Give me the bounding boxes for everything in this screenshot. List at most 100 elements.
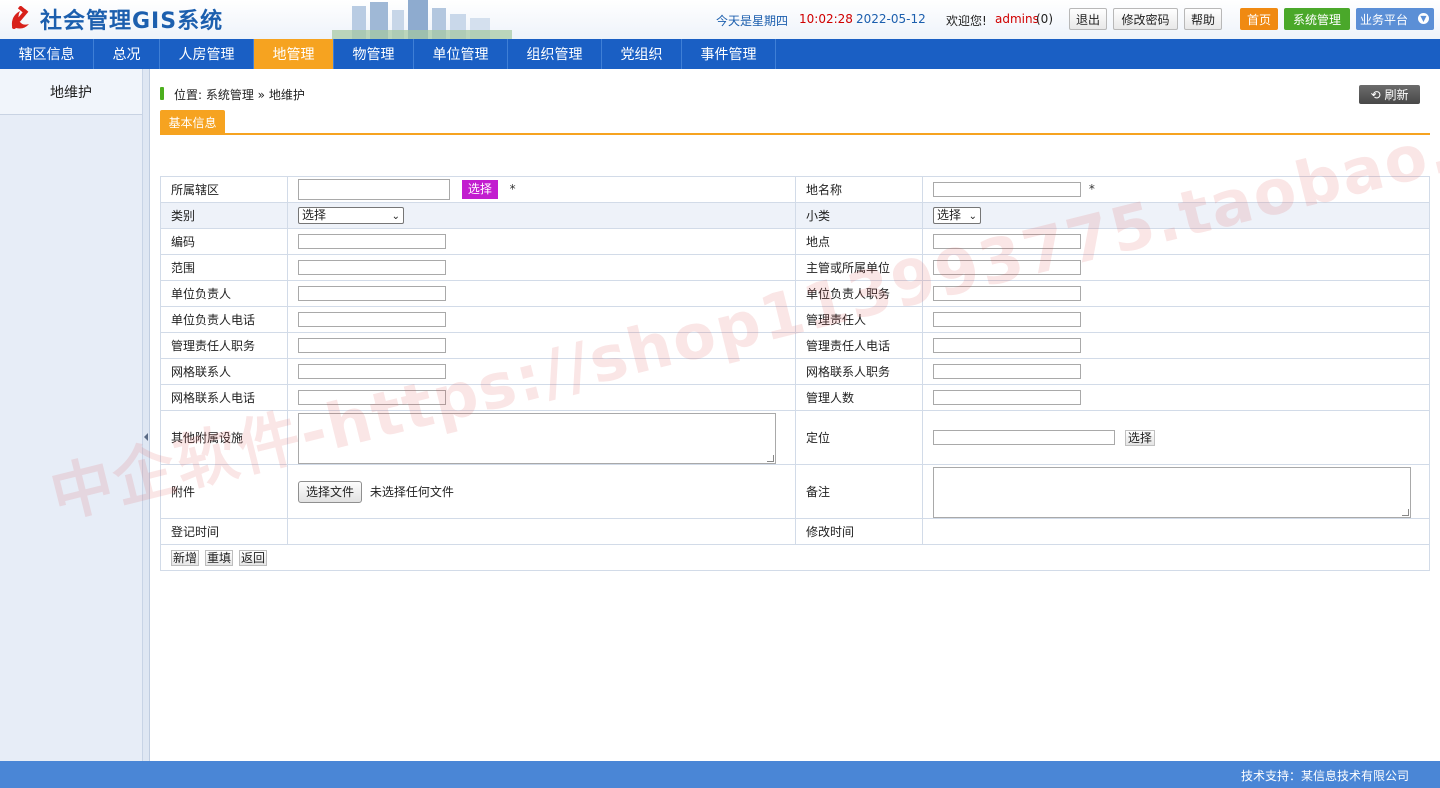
refresh-icon: ⟲ [1370, 87, 1381, 102]
nav-item-people-housing[interactable]: 人房管理 [160, 39, 254, 69]
weekday-text: 今天是星期四 [716, 14, 789, 28]
facilities-textarea[interactable] [298, 413, 776, 464]
manager-count-input[interactable] [933, 390, 1081, 405]
table-row: 网格联系人电话 管理人数 [160, 384, 1430, 411]
no-file-text: 未选择任何文件 [369, 485, 454, 499]
system-admin-button[interactable]: 系统管理 [1284, 8, 1350, 30]
scope-input[interactable] [298, 260, 446, 275]
code-input[interactable] [298, 234, 446, 249]
manager-input[interactable] [933, 312, 1081, 327]
manager-label: 管理责任人 [795, 306, 923, 333]
tab-underline [160, 133, 1430, 135]
table-row: 编码 地点 [160, 228, 1430, 255]
refresh-button[interactable]: ⟲ 刷新 [1359, 85, 1420, 104]
grid-contact-title-input[interactable] [933, 364, 1081, 379]
main-content: 位置: 系统管理 » 地维护 ⟲ 刷新 基本信息 所属辖区 选择 * 地名称 *… [150, 69, 1440, 761]
district-pick-button[interactable]: 选择 [461, 180, 498, 199]
clock-time: 10:02:28 [799, 12, 853, 26]
manager-phone-input[interactable] [933, 338, 1081, 353]
choose-file-button[interactable]: 选择文件 [298, 480, 363, 503]
land-form-table: 所属辖区 选择 * 地名称 * 类别 选择 ⌄ 小类 选择 ⌄ 编码 地点 范围… [160, 176, 1430, 571]
position-pick-button[interactable]: 选择 [1124, 429, 1155, 446]
main-nav: 辖区信息 总况 人房管理 地管理 物管理 单位管理 组织管理 党组织 事件管理 [0, 39, 1440, 69]
sidebar-collapse-bar[interactable] [143, 69, 150, 761]
message-count[interactable]: (0) [1036, 12, 1053, 26]
unit-head-title-input[interactable] [933, 286, 1081, 301]
resize-grip-icon[interactable] [767, 455, 774, 462]
name-label: 地名称 [795, 176, 923, 203]
required-mark: * [1088, 182, 1095, 196]
chevron-down-icon: ⌄ [968, 211, 977, 222]
nav-item-land[interactable]: 地管理 [254, 39, 334, 69]
subcategory-label: 小类 [795, 202, 923, 229]
name-input[interactable] [933, 182, 1081, 197]
district-input[interactable] [298, 179, 450, 200]
breadcrumb-marker [160, 87, 164, 100]
chevron-down-icon: ⌄ [391, 211, 400, 222]
grid-contact-phone-input[interactable] [298, 390, 446, 405]
help-button[interactable]: 帮助 [1184, 8, 1222, 30]
subcategory-select[interactable]: 选择 ⌄ [933, 207, 981, 224]
nav-item-organization[interactable]: 组织管理 [508, 39, 602, 69]
platform-dropdown[interactable]: 业务平台 ▼ [1356, 8, 1434, 30]
category-select-value: 选择 [302, 208, 327, 222]
grid-contact-phone-label: 网格联系人电话 [160, 384, 288, 411]
supervisor-unit-input[interactable] [933, 260, 1081, 275]
unit-head-input[interactable] [298, 286, 446, 301]
top-header: 社会管理GIS系统 今天是星期四 10:02:28 2022-05-12 欢迎您… [0, 0, 1440, 39]
attachment-label: 附件 [160, 464, 288, 519]
manager-phone-label: 管理责任人电话 [795, 332, 923, 359]
manager-title-input[interactable] [298, 338, 446, 353]
footer: 技术支持：某信息技术有限公司 [0, 761, 1440, 788]
username-link[interactable]: admins [995, 12, 1039, 26]
category-select[interactable]: 选择 ⌄ [298, 207, 404, 224]
register-time-value [287, 518, 796, 545]
welcome-text: 欢迎您! [946, 14, 987, 28]
table-row: 所属辖区 选择 * 地名称 * [160, 176, 1430, 203]
required-mark: * [509, 182, 516, 196]
home-button[interactable]: 首页 [1240, 8, 1278, 30]
grid-contact-input[interactable] [298, 364, 446, 379]
nav-item-district[interactable]: 辖区信息 [0, 39, 94, 69]
add-button[interactable]: 新增 [171, 549, 200, 566]
supervisor-unit-label: 主管或所属单位 [795, 254, 923, 281]
nav-item-property[interactable]: 物管理 [334, 39, 414, 69]
nav-item-overview[interactable]: 总况 [94, 39, 160, 69]
scope-label: 范围 [160, 254, 288, 281]
modify-time-value [922, 518, 1430, 545]
unit-head-phone-label: 单位负责人电话 [160, 306, 288, 333]
tab-basic-info[interactable]: 基本信息 [160, 110, 225, 134]
platform-label: 业务平台 [1360, 12, 1409, 27]
logout-button[interactable]: 退出 [1069, 8, 1107, 30]
change-password-button[interactable]: 修改密码 [1113, 8, 1178, 30]
collapse-arrow-icon[interactable] [144, 433, 148, 441]
hammer-sickle-icon [8, 5, 34, 32]
position-label: 定位 [795, 410, 923, 465]
unit-head-phone-input[interactable] [298, 312, 446, 327]
reset-button[interactable]: 重填 [205, 549, 234, 566]
location-input[interactable] [933, 234, 1081, 249]
refresh-label: 刷新 [1384, 88, 1409, 102]
manager-count-label: 管理人数 [795, 384, 923, 411]
facilities-label: 其他附属设施 [160, 410, 288, 465]
form-actions: 新增 重填 返回 [160, 544, 1430, 571]
app-title: 社会管理GIS系统 [40, 9, 224, 34]
position-input[interactable] [933, 430, 1115, 445]
nav-item-unit[interactable]: 单位管理 [414, 39, 508, 69]
sidebar: 地维护 [0, 69, 143, 761]
tech-support-text: 技术支持：某信息技术有限公司 [1240, 769, 1409, 783]
remark-textarea[interactable] [933, 467, 1411, 518]
sidebar-item-land-maintenance[interactable]: 地维护 [0, 69, 142, 115]
table-row: 单位负责人 单位负责人职务 [160, 280, 1430, 307]
nav-item-events[interactable]: 事件管理 [682, 39, 776, 69]
city-buildings-image [332, 0, 512, 39]
table-row: 管理责任人职务 管理责任人电话 [160, 332, 1430, 359]
table-row: 附件 选择文件 未选择任何文件 备注 [160, 464, 1430, 519]
register-time-label: 登记时间 [160, 518, 288, 545]
nav-item-party[interactable]: 党组织 [602, 39, 682, 69]
resize-grip-icon[interactable] [1402, 509, 1409, 516]
back-button[interactable]: 返回 [239, 549, 268, 566]
table-row: 登记时间 修改时间 [160, 518, 1430, 545]
table-row: 其他附属设施 定位 选择 [160, 410, 1430, 465]
unit-head-title-label: 单位负责人职务 [795, 280, 923, 307]
